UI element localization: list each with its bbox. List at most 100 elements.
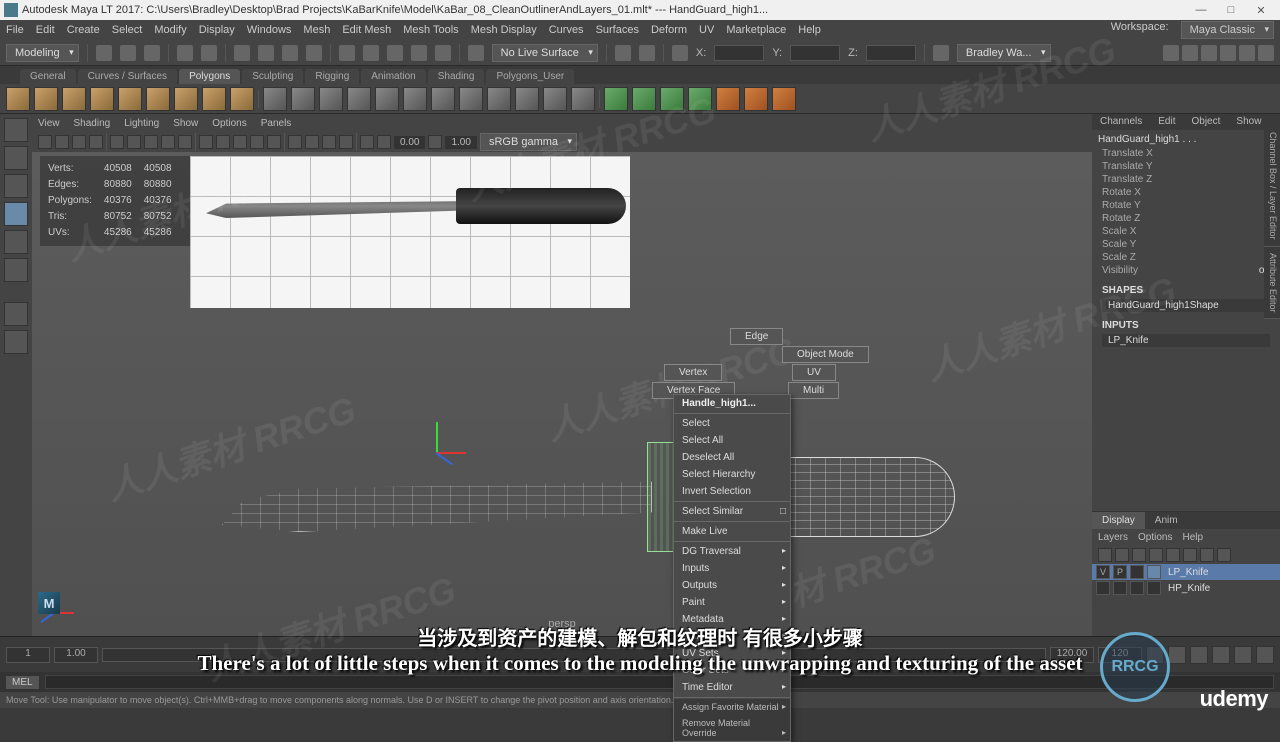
- snap-grid-icon[interactable]: [339, 45, 355, 61]
- color-space-dropdown[interactable]: sRGB gamma: [480, 133, 577, 151]
- poly-torus-icon[interactable]: [118, 87, 142, 111]
- view-icon[interactable]: [288, 135, 302, 149]
- workspace-dropdown[interactable]: Maya Classic: [1181, 21, 1274, 39]
- rotate-tool[interactable]: [4, 230, 28, 254]
- menu-windows[interactable]: Windows: [247, 24, 292, 36]
- layers-menu[interactable]: Layers: [1098, 532, 1128, 543]
- ctx-time-editor[interactable]: Time Editor: [674, 679, 790, 696]
- menu-surfaces[interactable]: Surfaces: [596, 24, 639, 36]
- redo-icon[interactable]: [201, 45, 217, 61]
- viewport[interactable]: Verts:4050840508 Edges:8088080880 Polygo…: [32, 152, 1092, 636]
- input-node[interactable]: LP_Knife: [1102, 334, 1270, 347]
- ctx-select-all[interactable]: Select All: [674, 432, 790, 449]
- cb-edit[interactable]: Edit: [1150, 114, 1183, 130]
- smooth-icon[interactable]: [431, 87, 455, 111]
- view-icon[interactable]: [38, 135, 52, 149]
- tab-shading[interactable]: Shading: [428, 69, 485, 84]
- ctx-select-hierarchy[interactable]: Select Hierarchy: [674, 466, 790, 483]
- layer-icon[interactable]: [1217, 548, 1231, 562]
- layout-single-icon[interactable]: [4, 302, 28, 326]
- insert-loop-icon[interactable]: [571, 87, 595, 111]
- snap-live-icon[interactable]: [435, 45, 451, 61]
- bridge-icon[interactable]: [375, 87, 399, 111]
- menu-deform[interactable]: Deform: [651, 24, 687, 36]
- layer-icon[interactable]: [1183, 548, 1197, 562]
- view-icon[interactable]: [110, 135, 124, 149]
- poly-soccer-icon[interactable]: [202, 87, 226, 111]
- sculpt-icon[interactable]: [744, 87, 768, 111]
- poly-cube-icon[interactable]: [34, 87, 58, 111]
- tab-animation[interactable]: Animation: [361, 69, 425, 84]
- vtab-channel-box[interactable]: Channel Box / Layer Editor: [1264, 126, 1280, 247]
- symmetry-icon[interactable]: [672, 45, 688, 61]
- panel-toggle-icon[interactable]: [1239, 45, 1255, 61]
- panel-panels[interactable]: Panels: [261, 118, 292, 129]
- cb-channels[interactable]: Channels: [1092, 114, 1150, 130]
- combine-icon[interactable]: [263, 87, 287, 111]
- snap-plane-icon[interactable]: [411, 45, 427, 61]
- menu-select[interactable]: Select: [112, 24, 143, 36]
- mirror-icon[interactable]: [459, 87, 483, 111]
- scale-tool[interactable]: [4, 258, 28, 282]
- tab-curves-surfaces[interactable]: Curves / Surfaces: [78, 69, 177, 84]
- layer-color[interactable]: [1147, 581, 1161, 595]
- layer-icon[interactable]: [1115, 548, 1129, 562]
- poly-disc-icon[interactable]: [174, 87, 198, 111]
- tab-sculpting[interactable]: Sculpting: [242, 69, 303, 84]
- sym-y-input[interactable]: [790, 45, 840, 61]
- sculpt-icon[interactable]: [772, 87, 796, 111]
- minimize-button[interactable]: —: [1186, 4, 1216, 16]
- make-live-icon[interactable]: [468, 45, 484, 61]
- poly-type-icon[interactable]: [230, 87, 254, 111]
- mode-dropdown[interactable]: Modeling: [6, 44, 79, 62]
- live-surface-dropdown[interactable]: No Live Surface: [492, 44, 598, 62]
- shape-node[interactable]: HandGuard_high1Shape: [1102, 299, 1270, 312]
- tab-polygons-user[interactable]: Polygons_User: [486, 69, 574, 84]
- uv-planar-icon[interactable]: [632, 87, 656, 111]
- menu-edit-mesh[interactable]: Edit Mesh: [342, 24, 391, 36]
- layer-icon[interactable]: [1166, 548, 1180, 562]
- tab-polygons[interactable]: Polygons: [179, 69, 240, 84]
- menu-create[interactable]: Create: [67, 24, 100, 36]
- knife-wireframe[interactable]: [222, 412, 982, 582]
- exposure-value[interactable]: 0.00: [394, 136, 425, 149]
- menu-mesh[interactable]: Mesh: [303, 24, 330, 36]
- panel-show[interactable]: Show: [173, 118, 198, 129]
- view-icon[interactable]: [144, 135, 158, 149]
- panel-toggle-icon[interactable]: [1201, 45, 1217, 61]
- mm-uv[interactable]: UV: [792, 364, 836, 381]
- menu-file[interactable]: File: [6, 24, 24, 36]
- select-mode-icon[interactable]: [234, 45, 250, 61]
- menu-curves[interactable]: Curves: [549, 24, 584, 36]
- view-icon[interactable]: [267, 135, 281, 149]
- mm-edge[interactable]: Edge: [730, 328, 783, 345]
- panel-toggle-icon[interactable]: [1163, 45, 1179, 61]
- view-icon[interactable]: [339, 135, 353, 149]
- panel-lighting[interactable]: Lighting: [124, 118, 159, 129]
- select-component-icon[interactable]: [306, 45, 322, 61]
- ctx-inputs[interactable]: Inputs: [674, 560, 790, 577]
- ctx-assign-material[interactable]: Assign Favorite Material: [674, 699, 790, 715]
- layer-color[interactable]: [1147, 565, 1161, 579]
- layer-row[interactable]: HP_Knife: [1092, 580, 1280, 596]
- layout-four-icon[interactable]: [4, 330, 28, 354]
- sym-x-input[interactable]: [714, 45, 764, 61]
- sculpt-icon[interactable]: [716, 87, 740, 111]
- blade-mesh[interactable]: [222, 462, 652, 532]
- view-icon[interactable]: [233, 135, 247, 149]
- script-lang[interactable]: MEL: [6, 676, 39, 689]
- command-input[interactable]: [45, 675, 1274, 689]
- menu-mesh-display[interactable]: Mesh Display: [471, 24, 537, 36]
- render-icon[interactable]: [639, 45, 655, 61]
- gizmo-x[interactable]: [436, 452, 466, 454]
- menu-help[interactable]: Help: [798, 24, 821, 36]
- ctx-invert-selection[interactable]: Invert Selection: [674, 483, 790, 500]
- select-tool[interactable]: [4, 118, 28, 142]
- view-icon[interactable]: [199, 135, 213, 149]
- view-icon[interactable]: [377, 135, 391, 149]
- close-button[interactable]: ✕: [1246, 4, 1276, 17]
- panel-toggle-icon[interactable]: [1258, 45, 1274, 61]
- account-icon[interactable]: [933, 45, 949, 61]
- undo-icon[interactable]: [177, 45, 193, 61]
- target-weld-icon[interactable]: [515, 87, 539, 111]
